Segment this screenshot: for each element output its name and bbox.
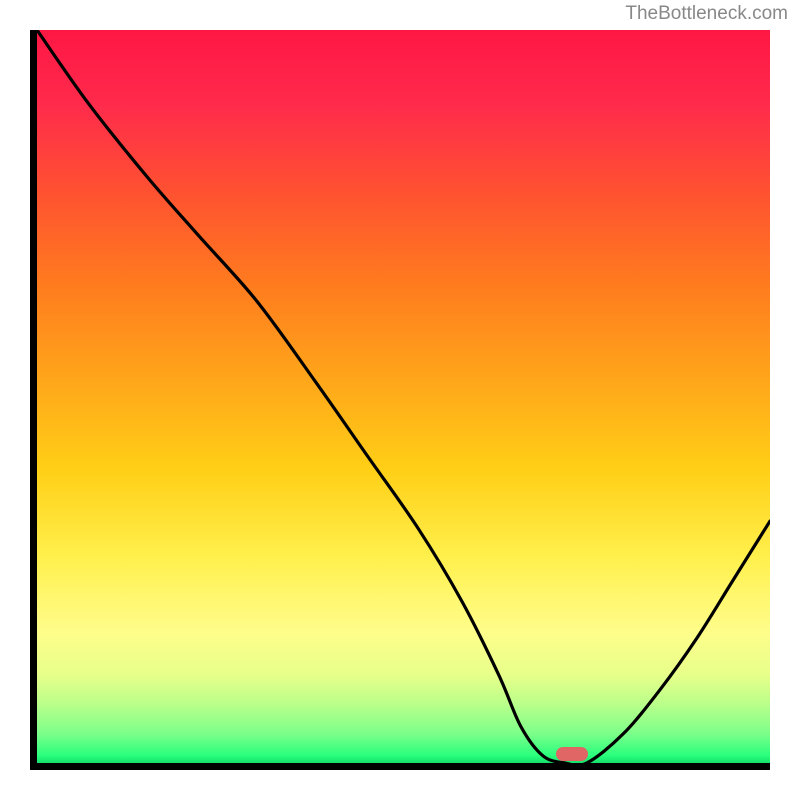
- bottleneck-chart: TheBottleneck.com: [0, 0, 800, 800]
- bottleneck-curve: [37, 30, 770, 763]
- plot-area: [30, 30, 770, 770]
- optimal-marker: [556, 747, 588, 761]
- curve-svg: [37, 30, 770, 763]
- watermark-text: TheBottleneck.com: [625, 3, 788, 25]
